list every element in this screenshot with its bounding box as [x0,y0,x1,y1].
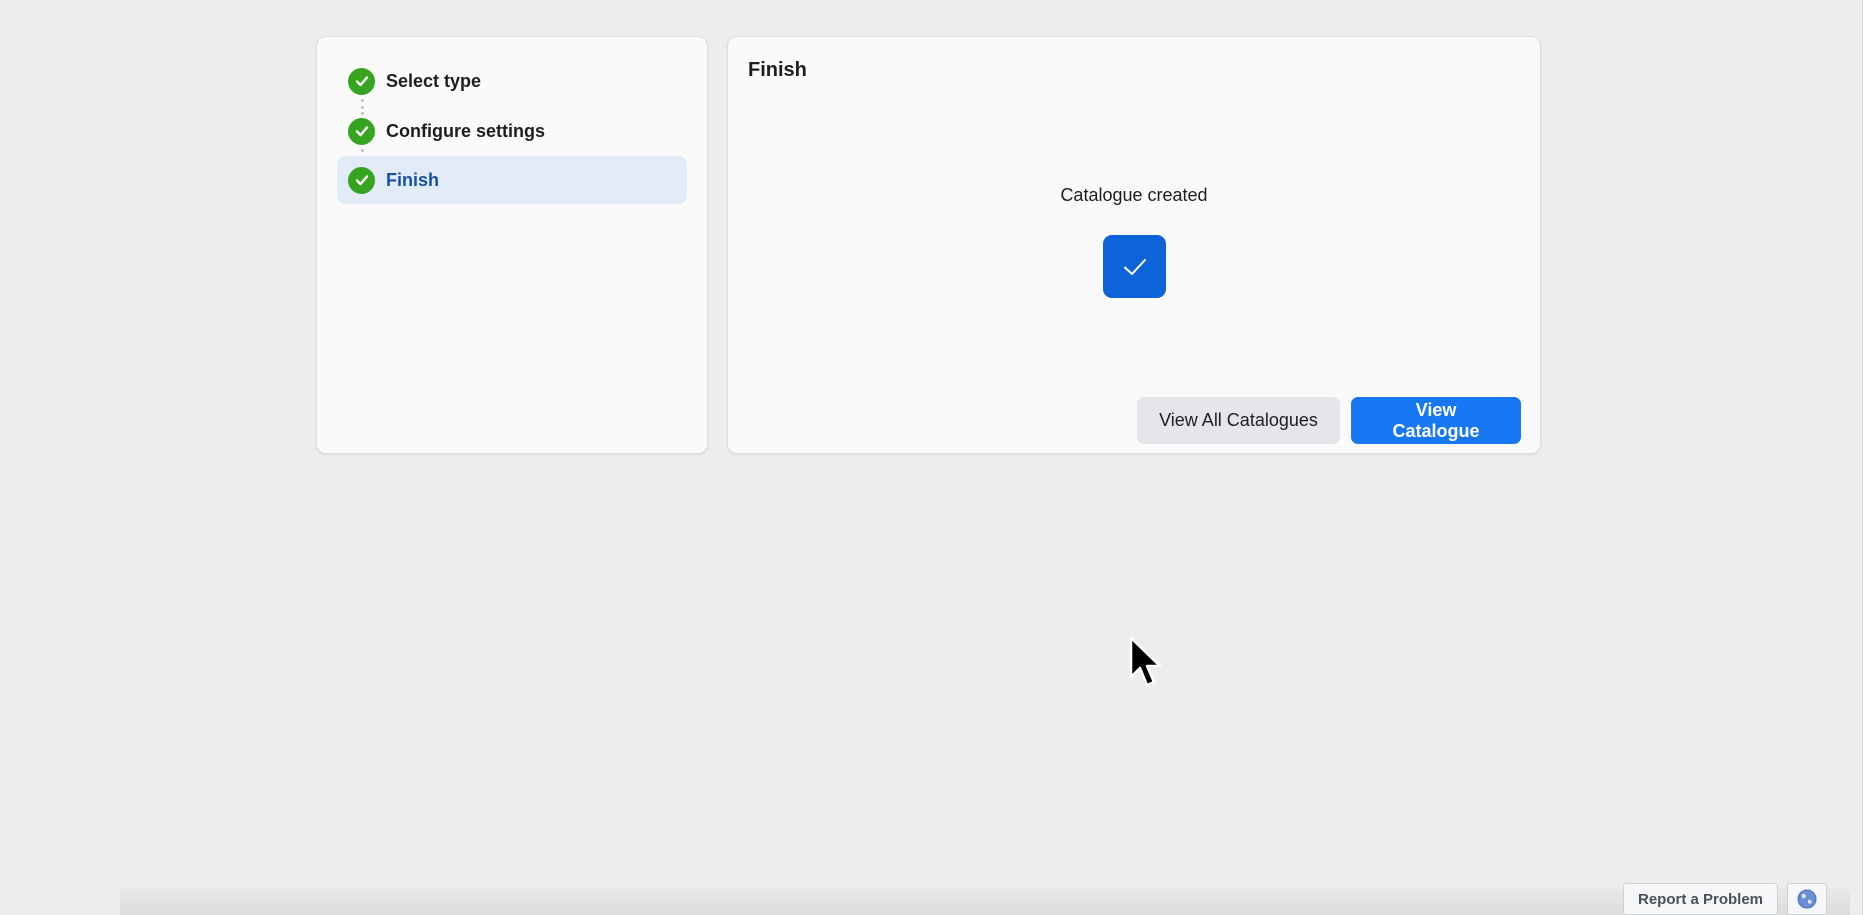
step-label: Select type [386,70,482,91]
view-catalogue-button[interactable]: View Catalogue [1351,397,1521,444]
window-edge [1862,0,1875,915]
page: Select type Configure settings Finish Fi… [0,0,1875,915]
steps-panel: Select type Configure settings Finish [316,36,708,454]
finish-panel: Finish Catalogue created View All Catalo… [727,36,1541,454]
panel-title: Finish [748,59,807,81]
language-button[interactable] [1787,883,1827,915]
mouse-cursor-icon [1129,636,1162,687]
success-message: Catalogue created [1060,185,1208,205]
checkmark-icon [1103,235,1166,298]
bottom-bar [120,888,1850,915]
step-finish[interactable]: Finish [337,156,687,204]
step-select-type[interactable]: Select type [337,57,687,105]
step-configure-settings[interactable]: Configure settings [337,107,687,155]
globe-icon [1797,889,1817,909]
view-all-catalogues-button[interactable]: View All Catalogues [1137,397,1340,444]
report-problem-button[interactable]: Report a Problem [1623,883,1778,915]
check-circle-icon [348,117,375,145]
check-circle-icon [348,166,375,194]
check-circle-icon [348,67,375,95]
step-label: Finish [386,169,439,190]
step-label: Configure settings [386,120,546,141]
